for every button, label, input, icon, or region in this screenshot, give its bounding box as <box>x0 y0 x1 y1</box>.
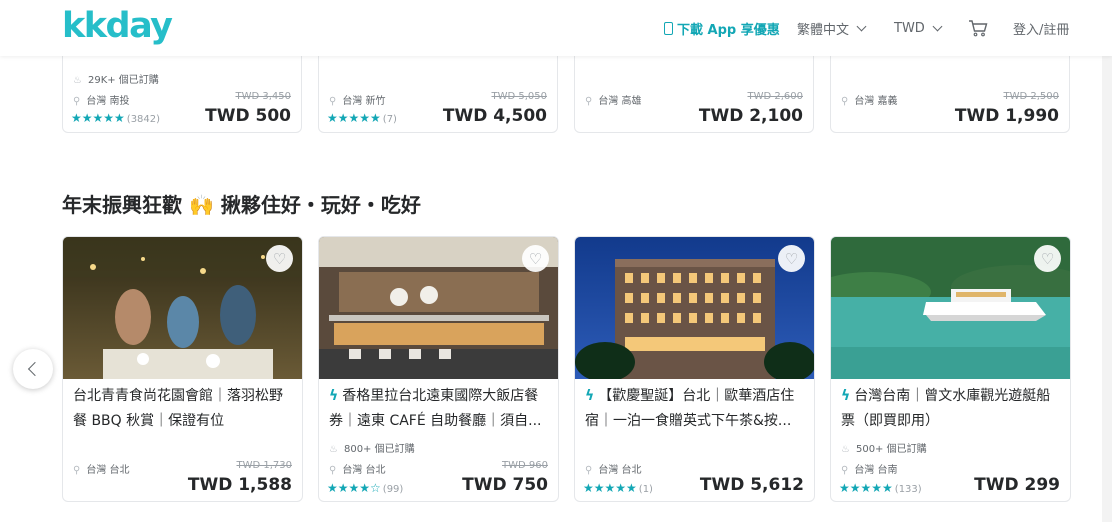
rating-stars: ★★★★★ (1) <box>583 481 653 495</box>
currency-label: TWD <box>894 20 925 36</box>
kkday-logo[interactable]: kkday <box>62 6 173 46</box>
product-title: ϟ 香格里拉台北遠東國際大飯店餐券｜遠東 CAFÉ 自助餐廳｜須自... <box>329 388 542 429</box>
product-card[interactable]: ♡ ϟ 香格里拉台北遠東國際大飯店餐券｜遠東 CAFÉ 自助餐廳｜須自... ♨ 8… <box>318 236 559 502</box>
chevron-down-icon <box>932 21 943 31</box>
location-pin-icon: ⚲ <box>841 96 849 107</box>
download-app-link[interactable]: 下載 App 享優惠 <box>664 0 780 56</box>
carousel-prev-button[interactable] <box>13 349 53 389</box>
review-count: (99) <box>382 484 404 495</box>
original-price: TWD 960 <box>502 460 548 471</box>
product-title: ϟ 台灣台南｜曾文水庫觀光遊艇船票（即買即用） <box>841 388 1051 429</box>
review-count: (7) <box>382 114 397 125</box>
location-pin-icon: ⚲ <box>329 96 337 107</box>
language-label: 繁體中文 <box>797 22 850 38</box>
cart-button[interactable] <box>968 0 988 56</box>
heart-icon: ♡ <box>272 249 287 268</box>
location-label: 台灣 新竹 <box>342 96 386 107</box>
price: TWD 5,612 <box>699 475 804 495</box>
lightning-icon: ϟ <box>329 388 339 404</box>
download-app-label: 下載 App 享優惠 <box>677 22 780 38</box>
original-price: TWD 5,050 <box>491 91 547 102</box>
rating-stars: ★★★★☆ (99) <box>327 481 404 495</box>
language-selector[interactable]: 繁體中文 <box>797 0 867 56</box>
product-card[interactable]: ♡ 台北青青食尚花園會館｜落羽松野餐 BBQ 秋賞｜保證有位 ⚲ 台灣 台北 TW… <box>62 236 303 502</box>
wishlist-heart-button[interactable]: ♡ <box>1034 245 1061 272</box>
wishlist-heart-button[interactable]: ♡ <box>778 245 805 272</box>
booked-count: 29K+ 個已訂購 <box>87 75 159 86</box>
price: TWD 4,500 <box>442 106 547 126</box>
review-count: (3842) <box>126 114 161 125</box>
price: TWD 2,100 <box>698 106 803 126</box>
rating-stars: ★★★★★ (133) <box>839 481 922 495</box>
location-pin-icon: ⚲ <box>585 96 593 107</box>
location-label: 台灣 台北 <box>86 465 130 476</box>
wishlist-heart-button[interactable]: ♡ <box>266 245 293 272</box>
fire-icon: ♨ <box>841 444 850 455</box>
rating-stars: ★★★★★ (7) <box>327 111 397 125</box>
top-header: kkday 下載 App 享優惠 繁體中文 TWD 登入/註冊 <box>0 0 1112 56</box>
wishlist-heart-button[interactable]: ♡ <box>522 245 549 272</box>
product-card[interactable]: ♡ ϟ 台灣台南｜曾文水庫觀光遊艇船票（即買即用） ♨ 500+ 個已訂購 ⚲ 台灣 … <box>830 236 1071 502</box>
location-pin-icon: ⚲ <box>841 465 849 476</box>
original-price: TWD 3,450 <box>235 91 291 102</box>
price: TWD 500 <box>205 106 291 126</box>
phone-icon <box>664 21 673 35</box>
fire-icon: ♨ <box>73 75 82 86</box>
lightning-icon: ϟ <box>585 388 595 404</box>
heart-icon: ♡ <box>784 249 799 268</box>
location-label: 台灣 嘉義 <box>854 96 898 107</box>
location-label: 台灣 台北 <box>342 465 386 476</box>
location-label: 台灣 台南 <box>854 465 898 476</box>
booked-count: 800+ 個已訂購 <box>343 444 415 455</box>
location-pin-icon: ⚲ <box>585 465 593 476</box>
page-scrollbar[interactable] <box>1102 0 1112 522</box>
price: TWD 1,588 <box>187 475 292 495</box>
lightning-icon: ϟ <box>841 388 851 404</box>
product-title: 台北青青食尚花園會館｜落羽松野餐 BBQ 秋賞｜保證有位 <box>73 388 283 429</box>
fire-icon: ♨ <box>329 444 338 455</box>
product-title: ϟ 【歡慶聖誕】台北｜歐華酒店住宿｜一泊一食贈英式下午茶&按... <box>585 388 795 429</box>
booked-count: 500+ 個已訂購 <box>855 444 927 455</box>
review-count: (1) <box>638 484 653 495</box>
chevron-left-icon <box>27 361 43 377</box>
location-pin-icon: ⚲ <box>73 465 81 476</box>
section-title: 年末振興狂歡 🙌 揪夥住好・玩好・吃好 <box>62 193 421 217</box>
original-price: TWD 2,500 <box>1003 91 1059 102</box>
rating-stars: ★★★★★ (3842) <box>71 111 161 125</box>
currency-selector[interactable]: TWD <box>894 0 943 56</box>
login-register-link[interactable]: 登入/註冊 <box>1013 0 1069 56</box>
chevron-down-icon <box>856 21 867 31</box>
location-pin-icon: ⚲ <box>73 96 81 107</box>
location-label: 台灣 高雄 <box>598 96 642 107</box>
review-count: (133) <box>894 484 922 495</box>
location-label: 台灣 台北 <box>598 465 642 476</box>
price: TWD 750 <box>462 475 548 495</box>
price: TWD 1,990 <box>954 106 1059 126</box>
original-price: TWD 2,600 <box>747 91 803 102</box>
location-label: 台灣 南投 <box>86 96 130 107</box>
heart-icon: ♡ <box>1040 249 1055 268</box>
heart-icon: ♡ <box>528 249 543 268</box>
cart-icon <box>969 20 988 37</box>
price: TWD 299 <box>974 475 1060 495</box>
location-pin-icon: ⚲ <box>329 465 337 476</box>
original-price: TWD 1,730 <box>236 460 292 471</box>
product-card[interactable]: ♡ ϟ 【歡慶聖誕】台北｜歐華酒店住宿｜一泊一食贈英式下午茶&按... ⚲ 台灣 台… <box>574 236 815 502</box>
